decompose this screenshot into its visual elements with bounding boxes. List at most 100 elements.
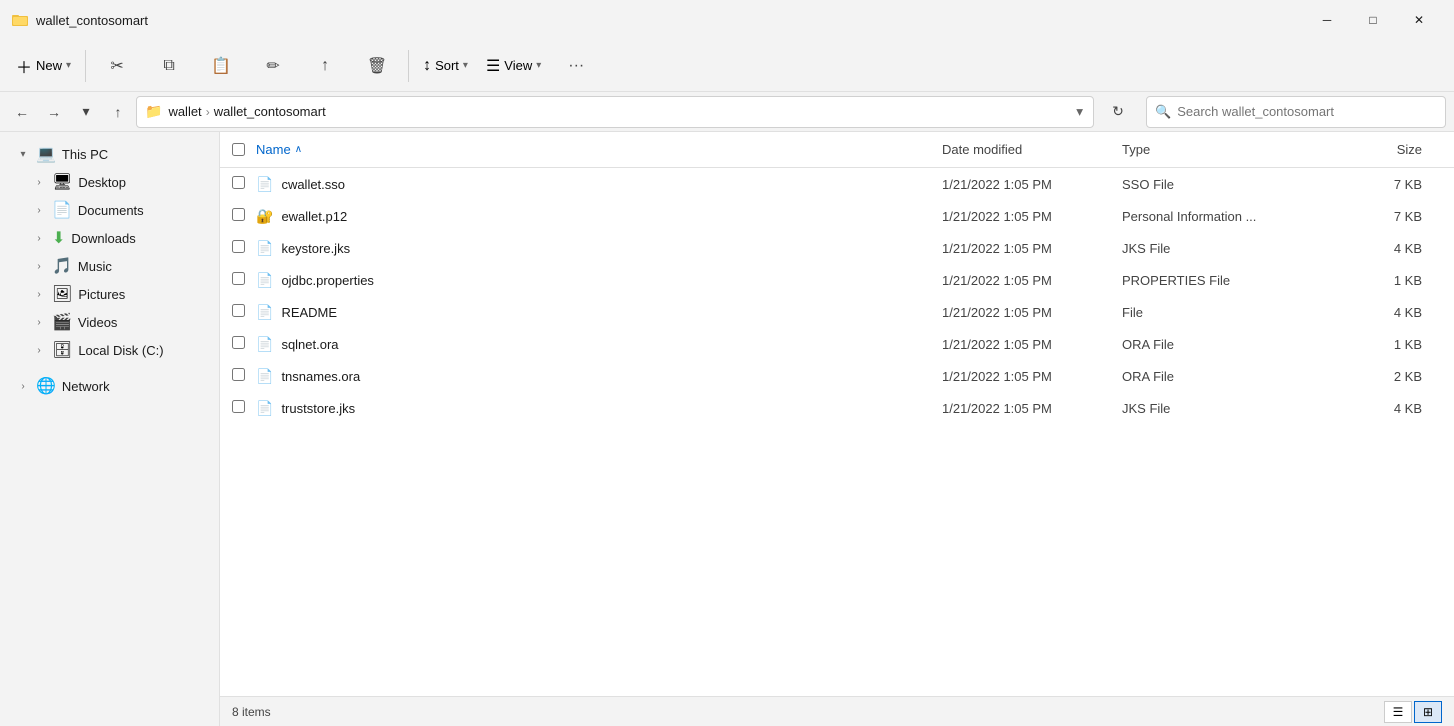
row-size: 4 KB (1342, 241, 1442, 256)
sort-button[interactable]: ↕ Sort ▾ (415, 44, 476, 88)
row-checkbox[interactable] (232, 368, 245, 381)
sidebar-item-desktop[interactable]: › 🖥 Desktop (4, 168, 215, 196)
expand-nav-button[interactable]: ▾ (72, 98, 100, 126)
music-label: Music (78, 259, 112, 274)
copy-button[interactable]: ⧉ (144, 44, 194, 88)
row-checkbox[interactable] (232, 400, 245, 413)
expand-this-pc-icon: ▾ (16, 147, 30, 161)
file-icon: 📄 (256, 368, 273, 385)
sort-arrow: ▾ (463, 60, 468, 71)
table-row[interactable]: 🔐 ewallet.p12 1/21/2022 1:05 PM Personal… (220, 200, 1454, 232)
new-icon: ＋ (16, 54, 32, 78)
status-bar: 8 items ☰ ⊞ (220, 696, 1454, 726)
maximize-button[interactable]: □ (1350, 4, 1396, 36)
row-checkbox-col (232, 208, 256, 224)
more-button[interactable]: ··· (551, 44, 601, 88)
name-col-label: Name (256, 142, 291, 157)
delete-button[interactable]: 🗑 (352, 44, 402, 88)
row-checkbox[interactable] (232, 304, 245, 317)
sort-label: Sort (435, 58, 459, 73)
details-view-button[interactable]: ⊞ (1414, 701, 1442, 723)
view-icon: ☰ (486, 56, 500, 76)
row-name: 📄 cwallet.sso (256, 176, 942, 193)
row-name: 📄 truststore.jks (256, 400, 942, 417)
up-button[interactable]: ↑ (104, 98, 132, 126)
search-input[interactable] (1177, 104, 1437, 119)
row-checkbox[interactable] (232, 336, 245, 349)
cut-button[interactable]: ✂ (92, 44, 142, 88)
new-arrow: ▾ (66, 60, 71, 71)
header-checkbox-col (232, 143, 256, 156)
share-button[interactable]: ↑ (300, 44, 350, 88)
row-name: 📄 sqlnet.ora (256, 336, 942, 353)
folder-title-icon (12, 12, 28, 28)
title-bar: wallet_contosomart ─ □ ✕ (0, 0, 1454, 40)
row-size: 1 KB (1342, 337, 1442, 352)
table-row[interactable]: 📄 keystore.jks 1/21/2022 1:05 PM JKS Fil… (220, 232, 1454, 264)
select-all-checkbox[interactable] (232, 143, 245, 156)
address-path: wallet › wallet_contosomart (168, 104, 325, 119)
paste-button[interactable]: 📋 (196, 44, 246, 88)
desktop-icon: 🖥 (52, 172, 72, 192)
row-name: 📄 ojdbc.properties (256, 272, 942, 289)
row-name: 📄 README (256, 304, 942, 321)
copy-icon: ⧉ (163, 57, 174, 75)
sidebar-item-videos[interactable]: › 🎬 Videos (4, 308, 215, 336)
address-expand-button[interactable]: ▾ (1074, 102, 1085, 122)
table-row[interactable]: 📄 README 1/21/2022 1:05 PM File 4 KB (220, 296, 1454, 328)
sidebar-item-music[interactable]: › 🎵 Music (4, 252, 215, 280)
items-count: 8 items (232, 705, 271, 719)
close-button[interactable]: ✕ (1396, 4, 1442, 36)
refresh-button[interactable]: ↻ (1102, 96, 1134, 128)
expand-downloads-icon: › (32, 231, 46, 245)
rename-button[interactable]: ✏ (248, 44, 298, 88)
column-date-header[interactable]: Date modified (942, 142, 1122, 157)
sidebar-item-downloads[interactable]: › ⬇ Downloads (4, 224, 215, 252)
sidebar-item-documents[interactable]: › 📄 Documents (4, 196, 215, 224)
sidebar-item-this-pc[interactable]: ▾ 💻 This PC (4, 140, 215, 168)
cut-icon: ✂ (110, 56, 123, 76)
view-label: View (504, 58, 532, 73)
address-bar[interactable]: 📁 wallet › wallet_contosomart ▾ (136, 96, 1094, 128)
search-icon: 🔍 (1155, 104, 1171, 120)
search-bar[interactable]: 🔍 (1146, 96, 1446, 128)
row-checkbox[interactable] (232, 272, 245, 285)
forward-button[interactable]: → (40, 98, 68, 126)
row-checkbox-col (232, 272, 256, 288)
row-size: 4 KB (1342, 305, 1442, 320)
column-size-header[interactable]: Size (1342, 142, 1442, 157)
table-row[interactable]: 📄 sqlnet.ora 1/21/2022 1:05 PM ORA File … (220, 328, 1454, 360)
minimize-button[interactable]: ─ (1304, 4, 1350, 36)
row-checkbox[interactable] (232, 240, 245, 253)
row-size: 2 KB (1342, 369, 1442, 384)
row-checkbox[interactable] (232, 176, 245, 189)
row-size: 7 KB (1342, 177, 1442, 192)
view-button[interactable]: ☰ View ▾ (478, 44, 549, 88)
list-view-button[interactable]: ☰ (1384, 701, 1412, 723)
row-date: 1/21/2022 1:05 PM (942, 209, 1122, 224)
table-row[interactable]: 📄 truststore.jks 1/21/2022 1:05 PM JKS F… (220, 392, 1454, 424)
expand-network-icon: › (16, 379, 30, 393)
row-type: ORA File (1122, 337, 1342, 352)
table-row[interactable]: 📄 ojdbc.properties 1/21/2022 1:05 PM PRO… (220, 264, 1454, 296)
file-name: ewallet.p12 (281, 209, 347, 224)
sidebar-item-pictures[interactable]: › 🖼 Pictures (4, 280, 215, 308)
file-name: keystore.jks (281, 241, 350, 256)
column-type-header[interactable]: Type (1122, 142, 1342, 157)
row-date: 1/21/2022 1:05 PM (942, 241, 1122, 256)
row-checkbox[interactable] (232, 208, 245, 221)
breadcrumb-wallet[interactable]: wallet (168, 104, 201, 119)
sidebar-item-network[interactable]: › 🌐 Network (4, 372, 215, 400)
expand-music-icon: › (32, 259, 46, 273)
column-name-header[interactable]: Name ∧ (256, 142, 942, 157)
new-button[interactable]: ＋ New ▾ (8, 44, 79, 88)
toolbar-separator-2 (408, 50, 409, 82)
table-row[interactable]: 📄 cwallet.sso 1/21/2022 1:05 PM SSO File… (220, 168, 1454, 200)
breadcrumb-wallet-contosomart[interactable]: wallet_contosomart (214, 104, 326, 119)
row-checkbox-col (232, 176, 256, 192)
breadcrumb-sep-1: › (206, 105, 210, 119)
back-button[interactable]: ← (8, 98, 36, 126)
sidebar-item-local-disk[interactable]: › 🗄 Local Disk (C:) (4, 336, 215, 364)
window-title: wallet_contosomart (36, 13, 148, 28)
table-row[interactable]: 📄 tnsnames.ora 1/21/2022 1:05 PM ORA Fil… (220, 360, 1454, 392)
